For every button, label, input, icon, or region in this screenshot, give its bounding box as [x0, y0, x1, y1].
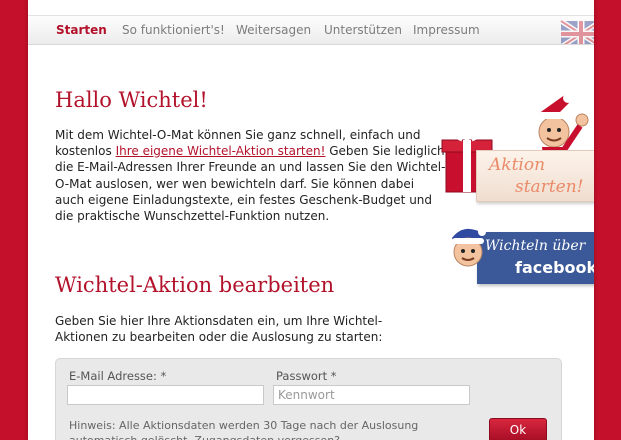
- facebook-panel: Wichteln über facebook: [477, 232, 594, 284]
- start-line-1: Aktion: [489, 155, 546, 175]
- password-input[interactable]: [273, 385, 470, 405]
- start-action-link[interactable]: Ihre eigene Wichtel-Aktion starten!: [116, 144, 326, 158]
- intro-heading: Hallo Wichtel!: [55, 88, 208, 112]
- form-hint: Hinweis: Alle Aktionsdaten werden 30 Tag…: [69, 419, 419, 440]
- nav-item-unterstuetzen[interactable]: Unterstützen: [324, 23, 402, 37]
- password-label: Passwort *: [276, 369, 337, 383]
- email-label: E-Mail Adresse: *: [69, 369, 167, 383]
- edit-heading: Wichtel-Aktion bearbeiten: [55, 273, 335, 297]
- facebook-banner[interactable]: Wichteln über facebook: [444, 222, 594, 292]
- top-strip: [28, 0, 594, 15]
- nav-item-impressum[interactable]: Impressum: [413, 23, 480, 37]
- nav-item-weitersagen[interactable]: Weitersagen: [236, 23, 311, 37]
- uk-flag-icon[interactable]: [553, 15, 594, 44]
- elf-face-icon: [452, 228, 486, 267]
- edit-instructions: Geben Sie hier Ihre Aktionsdaten ein, um…: [55, 314, 383, 345]
- start-action-banner[interactable]: Aktion starten!: [440, 92, 594, 207]
- facebook-logo-text: facebook: [515, 258, 594, 277]
- nav-item-starten[interactable]: Starten: [56, 23, 107, 37]
- login-form: E-Mail Adresse: * Passwort * Hinweis: Al…: [55, 358, 562, 440]
- email-input[interactable]: [67, 385, 264, 405]
- page-container: Starten So funktioniert's! Weitersagen U…: [28, 0, 594, 440]
- main-navigation: Starten So funktioniert's! Weitersagen U…: [28, 15, 594, 45]
- intro-text: Mit dem Wichtel-O-Mat können Sie ganz sc…: [55, 128, 446, 224]
- facebook-line-1: Wichteln über: [485, 238, 586, 254]
- nav-item-so-funktionierts[interactable]: So funktioniert's!: [122, 23, 225, 37]
- start-action-panel: Aktion starten!: [476, 150, 594, 202]
- ok-button[interactable]: Ok: [489, 418, 547, 440]
- start-line-2: starten!: [515, 177, 584, 197]
